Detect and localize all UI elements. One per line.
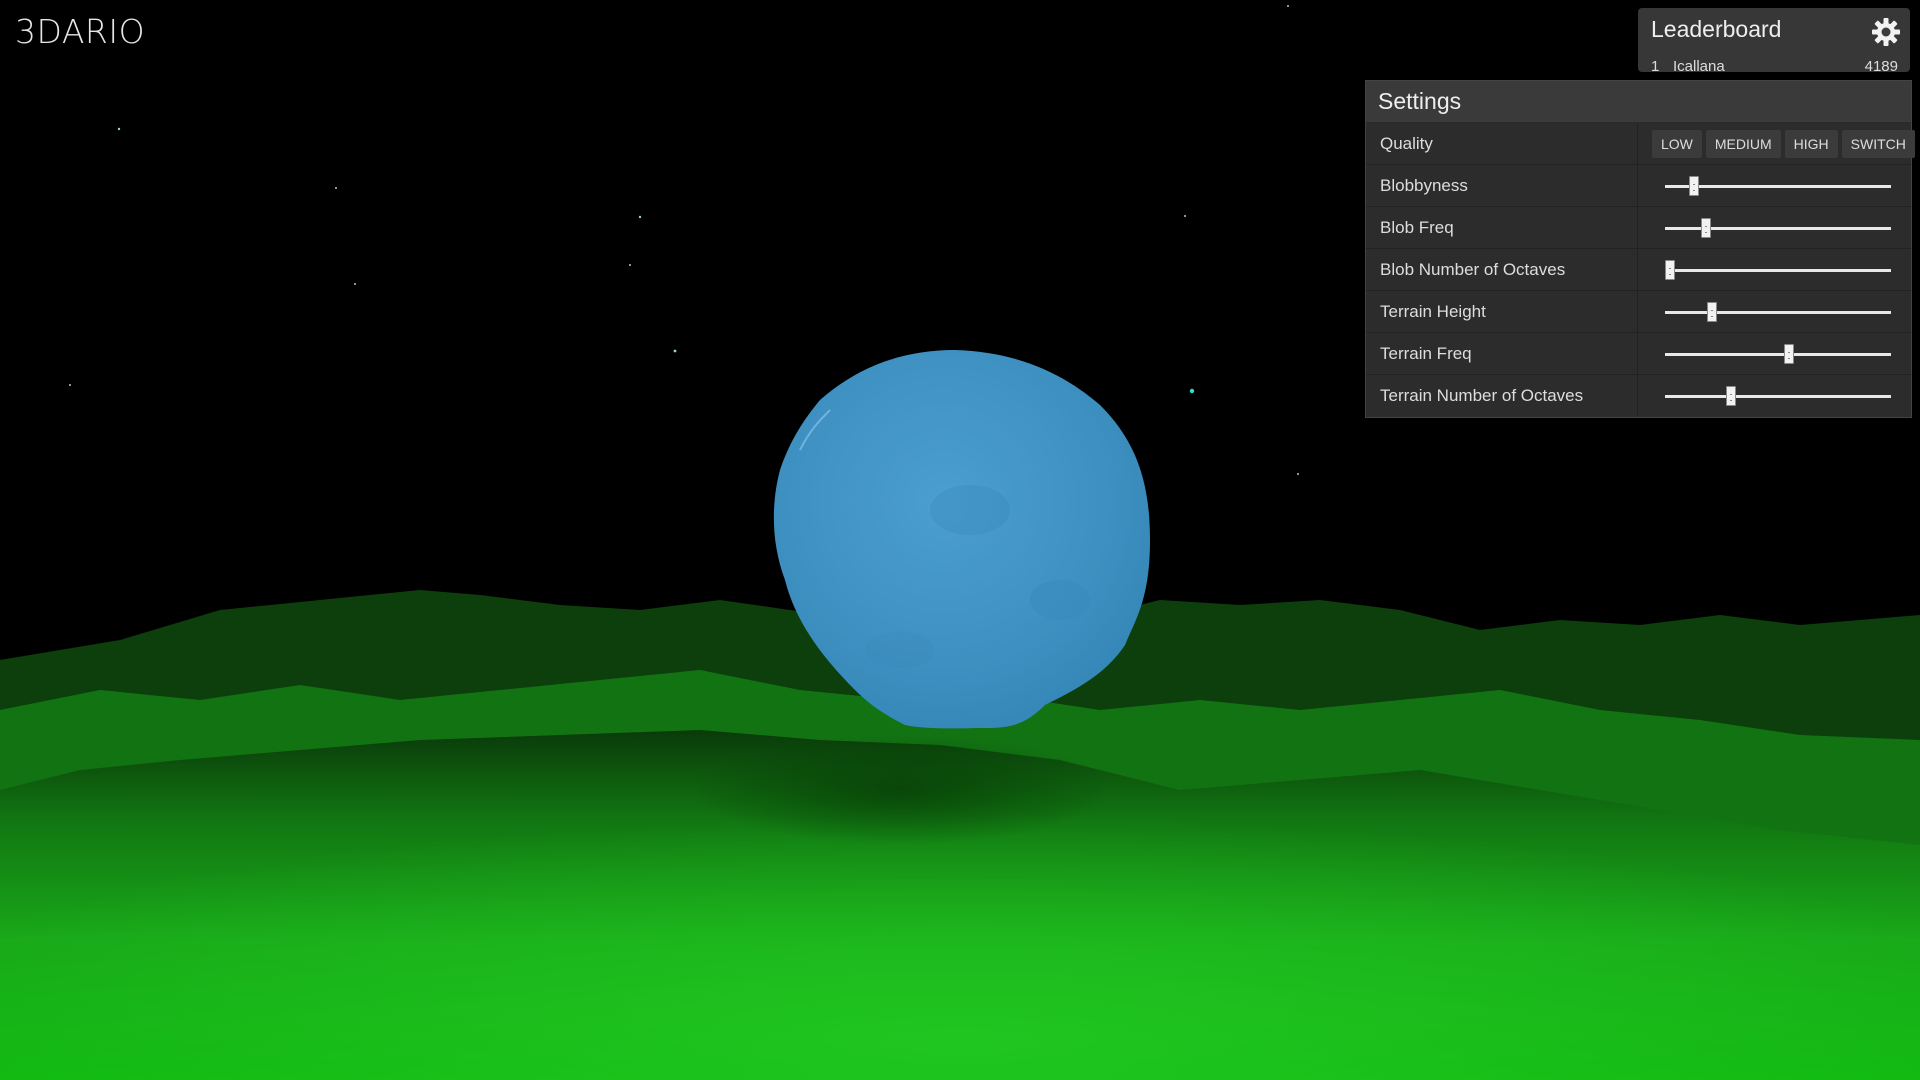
- setting-quality: Quality LOW MEDIUM HIGH SWITCH: [1366, 123, 1915, 165]
- leaderboard-panel: Leaderboard 1 Icallana 4189: [1638, 8, 1910, 75]
- setting-control: [1638, 165, 1911, 206]
- setting-control: [1638, 375, 1911, 416]
- setting-label: Terrain Number of Octaves: [1366, 375, 1638, 416]
- quality-button-group: LOW MEDIUM HIGH SWITCH: [1652, 130, 1915, 158]
- gear-icon[interactable]: [1870, 16, 1902, 48]
- blob-octaves-slider[interactable]: [1664, 260, 1891, 280]
- settings-title: Settings: [1366, 81, 1911, 123]
- app-logo: 3DARIO: [15, 12, 146, 51]
- terrain-freq-slider[interactable]: [1665, 344, 1891, 364]
- blob-shadow: [690, 735, 1110, 845]
- setting-control: [1638, 291, 1911, 332]
- quality-low-button[interactable]: LOW: [1652, 130, 1702, 158]
- setting-blob-octaves: Blob Number of Octaves: [1366, 249, 1911, 291]
- setting-terrain-height: Terrain Height: [1366, 291, 1911, 333]
- setting-label: Terrain Freq: [1366, 333, 1638, 374]
- setting-blobbyness: Blobbyness: [1366, 165, 1911, 207]
- leaderboard-title: Leaderboard: [1651, 16, 1782, 42]
- leaderboard-name: Icallana: [1673, 58, 1725, 75]
- leaderboard-score: 4189: [1864, 58, 1898, 75]
- settings-panel: Settings Quality LOW MEDIUM HIGH SWITCH …: [1365, 80, 1915, 418]
- slider-handle[interactable]: [1664, 260, 1675, 280]
- setting-blob-freq: Blob Freq: [1366, 207, 1911, 249]
- setting-control: [1638, 249, 1911, 290]
- leaderboard-rank: 1: [1651, 58, 1660, 75]
- slider-handle[interactable]: [1700, 218, 1711, 238]
- setting-label: Terrain Height: [1366, 291, 1638, 332]
- quality-high-button[interactable]: HIGH: [1784, 130, 1838, 158]
- slider-handle[interactable]: [1725, 386, 1736, 406]
- blob-freq-slider[interactable]: [1665, 218, 1891, 238]
- setting-terrain-octaves: Terrain Number of Octaves: [1366, 375, 1911, 416]
- setting-control: [1638, 333, 1911, 374]
- setting-label: Blob Freq: [1366, 207, 1638, 248]
- quality-medium-button[interactable]: MEDIUM: [1705, 130, 1781, 158]
- terrain-height-slider[interactable]: [1665, 302, 1891, 322]
- blobbyness-slider[interactable]: [1665, 176, 1891, 196]
- slider-handle[interactable]: [1707, 302, 1718, 322]
- quality-switch-button[interactable]: SWITCH: [1841, 130, 1915, 158]
- slider-handle[interactable]: [1784, 344, 1795, 364]
- setting-label: Quality: [1366, 123, 1638, 164]
- setting-label: Blob Number of Octaves: [1366, 249, 1638, 290]
- setting-control: LOW MEDIUM HIGH SWITCH: [1638, 123, 1915, 164]
- terrain-octaves-slider[interactable]: [1665, 386, 1891, 406]
- setting-label: Blobbyness: [1366, 165, 1638, 206]
- slider-handle[interactable]: [1689, 176, 1700, 196]
- setting-control: [1638, 207, 1911, 248]
- setting-terrain-freq: Terrain Freq: [1366, 333, 1911, 375]
